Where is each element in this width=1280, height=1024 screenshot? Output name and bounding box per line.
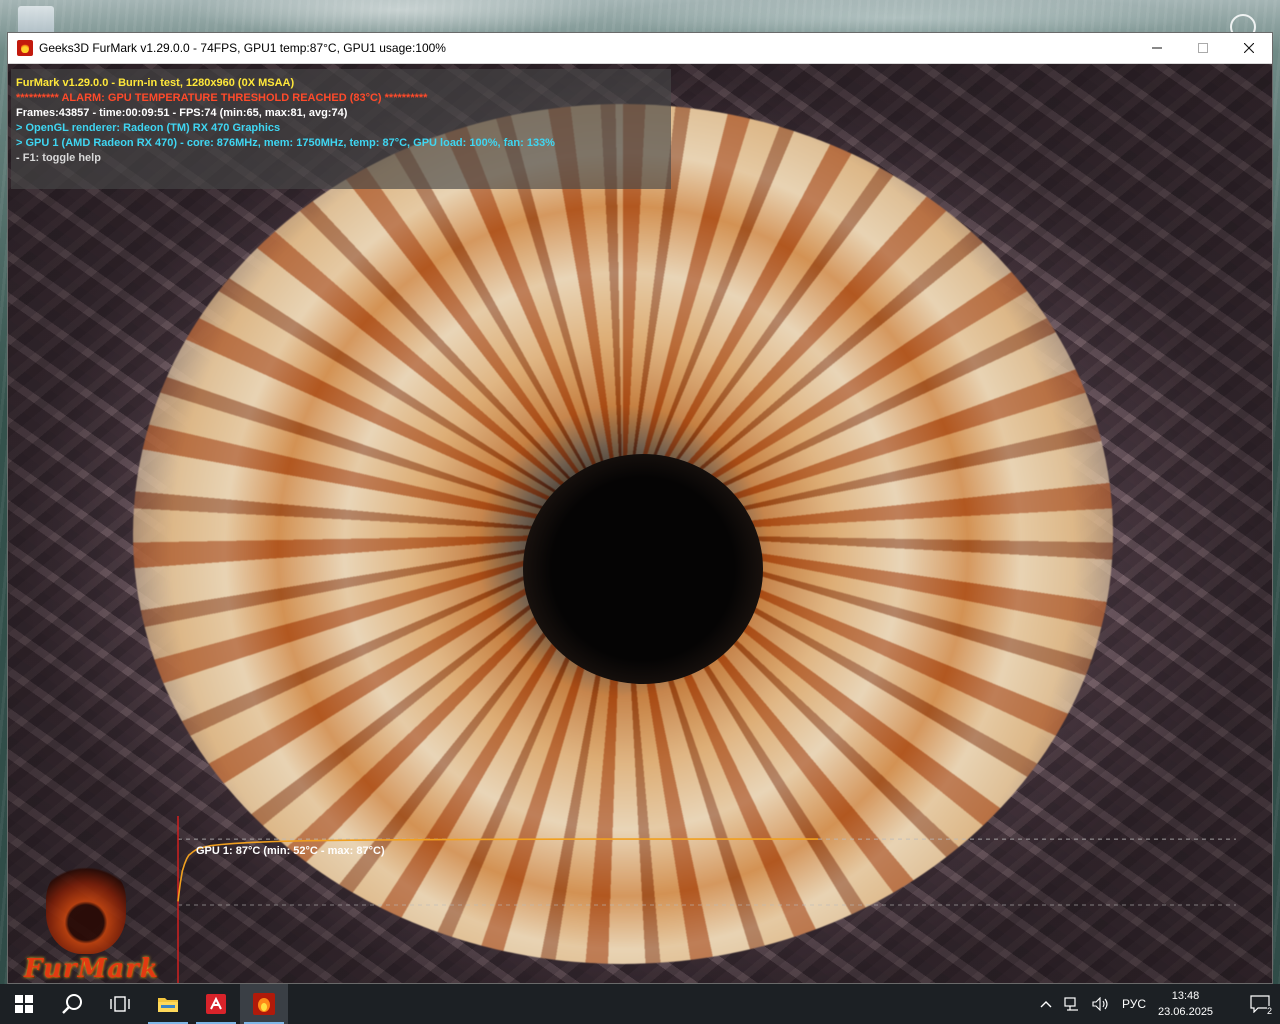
search-icon <box>62 994 82 1014</box>
chevron-up-icon <box>1040 1001 1052 1008</box>
amd-icon <box>206 994 226 1014</box>
show-hidden-icons-button[interactable] <box>1034 1000 1058 1008</box>
notification-count: 2 <box>1266 1006 1272 1016</box>
close-button[interactable] <box>1226 33 1272 63</box>
windows-start-icon <box>15 995 33 1013</box>
render-viewport[interactable]: FurMark v1.29.0.0 - Burn-in test, 1280x9… <box>8 64 1272 983</box>
task-view-button[interactable] <box>96 984 144 1024</box>
network-button[interactable] <box>1058 997 1086 1011</box>
maximize-button[interactable] <box>1180 33 1226 63</box>
clock-date: 23.06.2025 <box>1158 1006 1214 1018</box>
clock-time: 13:48 <box>1171 990 1200 1002</box>
search-button[interactable] <box>48 984 96 1024</box>
osd-stats-line: Frames:43857 - time:00:09:51 - FPS:74 (m… <box>16 107 348 119</box>
minimize-button[interactable] <box>1134 33 1180 63</box>
furmark-app-icon[interactable] <box>17 40 33 56</box>
osd-renderer-line: > OpenGL renderer: Radeon (TM) RX 470 Gr… <box>16 122 281 134</box>
volume-button[interactable] <box>1086 997 1116 1011</box>
taskbar-amd-software[interactable] <box>192 984 240 1024</box>
fur-donut-center <box>523 454 763 684</box>
system-tray: РУС 13:48 23.06.2025 2 <box>1034 984 1280 1024</box>
task-view-icon <box>110 996 130 1012</box>
taskbar: РУС 13:48 23.06.2025 2 <box>0 984 1280 1024</box>
furmark-logo: FurMark <box>16 864 166 983</box>
action-center-button[interactable]: 2 <box>1240 984 1280 1024</box>
osd-gpu-line: > GPU 1 (AMD Radeon RX 470) - core: 876M… <box>16 137 555 149</box>
start-button[interactable] <box>0 984 48 1024</box>
taskbar-furmark[interactable] <box>240 984 288 1024</box>
network-icon <box>1064 997 1078 1011</box>
temperature-graph-label: GPU 1: 87°C (min: 52°C - max: 87°C) <box>196 845 385 857</box>
close-icon <box>1244 43 1254 53</box>
window-titlebar[interactable]: Geeks3D FurMark v1.29.0.0 - 74FPS, GPU1 … <box>8 33 1272 64</box>
osd-alarm-line: ********** ALARM: GPU TEMPERATURE THRESH… <box>16 92 428 104</box>
language-indicator[interactable]: РУС <box>1116 997 1152 1011</box>
taskbar-file-explorer[interactable] <box>144 984 192 1024</box>
temperature-graph-svg <box>177 816 1236 983</box>
desktop-recycle-bin-icon[interactable] <box>18 6 54 36</box>
furmark-logo-mark <box>46 864 126 954</box>
furmark-icon <box>253 993 275 1015</box>
window-title: Geeks3D FurMark v1.29.0.0 - 74FPS, GPU1 … <box>39 41 446 55</box>
folder-icon <box>158 998 178 1012</box>
speaker-icon <box>1092 997 1108 1011</box>
osd-help-line: - F1: toggle help <box>16 152 101 164</box>
clock[interactable]: 13:48 23.06.2025 <box>1152 988 1240 1020</box>
osd-title-line: FurMark v1.29.0.0 - Burn-in test, 1280x9… <box>16 77 295 89</box>
minimize-icon <box>1152 47 1162 49</box>
temperature-graph: GPU 1: 87°C (min: 52°C - max: 87°C) <box>176 812 1266 983</box>
osd-overlay: FurMark v1.29.0.0 - Burn-in test, 1280x9… <box>11 69 671 189</box>
furmark-logo-text: FurMark <box>24 954 159 983</box>
furmark-window: Geeks3D FurMark v1.29.0.0 - 74FPS, GPU1 … <box>8 33 1272 983</box>
maximize-icon <box>1198 43 1208 53</box>
